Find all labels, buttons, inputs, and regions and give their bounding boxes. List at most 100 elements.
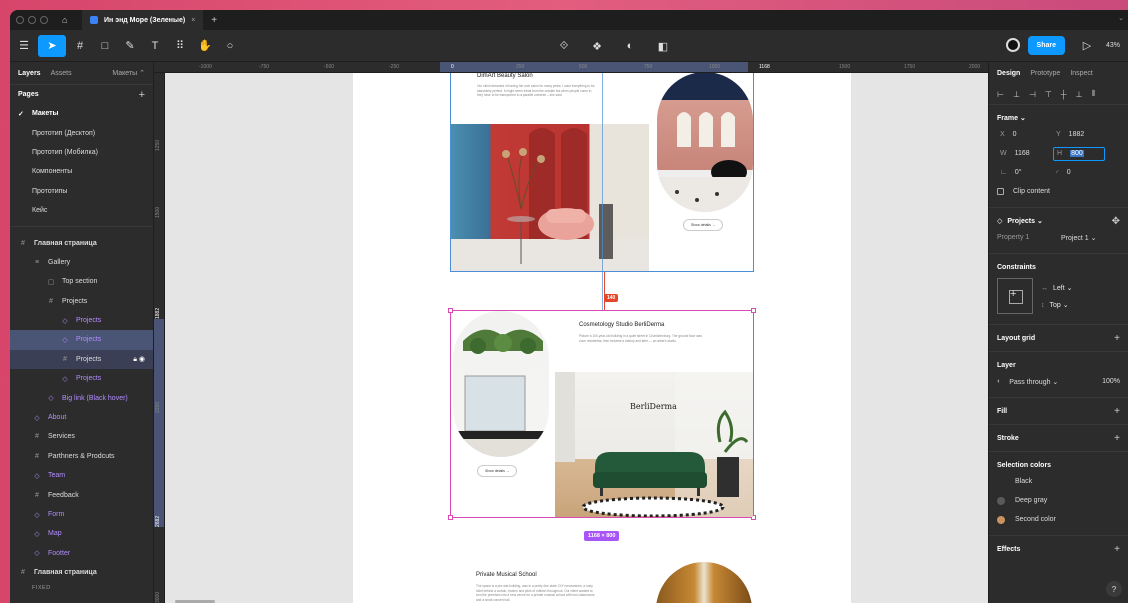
color-swatch[interactable] bbox=[997, 496, 1005, 505]
add-page-icon[interactable]: + bbox=[139, 89, 145, 101]
tab-inspect[interactable]: Inspect bbox=[1070, 70, 1093, 77]
page-item[interactable]: Прототип (Десктоп) bbox=[10, 123, 153, 142]
layer-row[interactable]: # Projects bbox=[10, 292, 153, 311]
add-effect-icon[interactable]: + bbox=[1114, 544, 1120, 555]
page-item[interactable]: Компоненты bbox=[10, 162, 153, 181]
clip-content-checkbox[interactable] bbox=[997, 188, 1004, 195]
page-item[interactable]: Прототипы bbox=[10, 182, 153, 201]
mask-icon[interactable]: ◐ bbox=[619, 35, 641, 57]
avatar[interactable] bbox=[1005, 38, 1020, 52]
shape-tool-icon[interactable]: □ bbox=[94, 35, 116, 57]
selection-color-row[interactable]: Black bbox=[997, 472, 1120, 491]
comment-tool-icon[interactable]: ○ bbox=[219, 35, 241, 57]
new-tab-button[interactable]: + bbox=[211, 15, 217, 26]
page-item[interactable]: Кейс bbox=[10, 201, 153, 220]
w-field[interactable]: W 1168 bbox=[997, 147, 1049, 161]
frame-header[interactable]: Frame ⌄ bbox=[997, 111, 1120, 125]
selection-color-row[interactable]: Deep gray bbox=[997, 491, 1120, 510]
layer-row[interactable]: ◇ About bbox=[10, 408, 153, 427]
layer-row[interactable]: # Feedback bbox=[10, 485, 153, 504]
align-left-icon[interactable]: ⊢ bbox=[997, 90, 1004, 99]
layer-row[interactable]: # Services bbox=[10, 427, 153, 446]
card1-show-details-button[interactable]: Show details → bbox=[683, 219, 724, 231]
component-name[interactable]: Projects ⌄ bbox=[1007, 217, 1042, 225]
lock-visibility-icon[interactable]: 🔒︎ ◉ bbox=[133, 355, 145, 364]
layer-row[interactable]: ▢ Top section bbox=[10, 272, 153, 291]
selection-color-row[interactable]: Second color bbox=[997, 510, 1120, 529]
layer-row[interactable]: ◇ Projects bbox=[10, 311, 153, 330]
layer-row[interactable]: # Parthners & Prodcuts bbox=[10, 447, 153, 466]
layer-row[interactable]: # Главная страница bbox=[10, 233, 153, 252]
add-stroke-icon[interactable]: + bbox=[1114, 433, 1120, 444]
blend-mode[interactable]: Pass through ⌄ bbox=[1009, 378, 1058, 386]
add-fill-icon[interactable]: + bbox=[1114, 406, 1120, 417]
main-menu-icon[interactable]: ☰ bbox=[13, 35, 35, 57]
projects-frame-2-selected[interactable]: Cosmetology Studio BerliDerma Picture a … bbox=[448, 308, 756, 520]
layer-row[interactable]: ≡ Gallery bbox=[10, 253, 153, 272]
close-window-button[interactable] bbox=[16, 16, 24, 24]
align-center-h-icon[interactable]: ⊥ bbox=[1013, 90, 1020, 99]
fixed-label: FIXED bbox=[32, 585, 51, 592]
add-layout-grid-icon[interactable]: + bbox=[1114, 333, 1120, 344]
x-field[interactable]: X0 bbox=[997, 128, 1049, 142]
h-field[interactable]: H 800 bbox=[1053, 146, 1105, 161]
resize-handle-bl[interactable] bbox=[448, 515, 453, 520]
resources-icon[interactable]: ⠿ bbox=[169, 35, 191, 57]
align-right-icon[interactable]: ⊣ bbox=[1029, 90, 1036, 99]
resize-handle-tr[interactable] bbox=[751, 308, 756, 313]
color-swatch[interactable] bbox=[997, 515, 1005, 524]
property-value[interactable]: Project 1 ⌄ bbox=[1061, 234, 1096, 242]
radius-field[interactable]: ◜ 0 bbox=[1053, 166, 1105, 180]
present-icon[interactable]: ▷ bbox=[1076, 34, 1098, 56]
align-center-v-icon[interactable]: ┼ bbox=[1061, 90, 1067, 99]
layer-row[interactable]: ◇ Big link (Black hover) bbox=[10, 388, 153, 407]
opacity-value[interactable]: 100% bbox=[1102, 378, 1120, 385]
tab-design[interactable]: Design bbox=[997, 70, 1020, 77]
constraint-widget[interactable] bbox=[997, 278, 1033, 314]
tab-layers[interactable]: Layers bbox=[18, 70, 41, 77]
layer-row[interactable]: ◇ Map bbox=[10, 524, 153, 543]
create-component-icon[interactable]: ❖ bbox=[586, 35, 608, 57]
close-tab-icon[interactable]: × bbox=[191, 17, 195, 24]
vertical-constraint[interactable]: ↕ Top ⌄ bbox=[1041, 301, 1073, 309]
align-bottom-icon[interactable]: ⊥ bbox=[1076, 90, 1083, 99]
card2-show-details-button[interactable]: Show details → bbox=[477, 465, 518, 477]
page-item[interactable]: Прототип (Мобилка) bbox=[10, 143, 153, 162]
clip-content-row[interactable]: Clip content bbox=[997, 182, 1120, 201]
boolean-icon[interactable]: ◧ bbox=[652, 35, 674, 57]
canvas[interactable]: DimArt Beauty Salon Our client dreamed o… bbox=[165, 73, 988, 603]
layer-row[interactable]: ◇ Form bbox=[10, 505, 153, 524]
layer-row[interactable]: ◇ Projects bbox=[10, 369, 153, 388]
layer-row[interactable]: # Projects 🔒︎ ◉ bbox=[10, 349, 153, 370]
zoom-level[interactable]: 43% bbox=[1106, 42, 1128, 49]
text-tool-icon[interactable]: T bbox=[144, 35, 166, 57]
distribute-icon[interactable]: ⦀ bbox=[1092, 89, 1096, 99]
tab-prototype[interactable]: Prototype bbox=[1030, 70, 1060, 77]
align-top-icon[interactable]: ⊤ bbox=[1045, 90, 1052, 99]
resize-handle-tl[interactable] bbox=[448, 308, 453, 313]
layer-row[interactable]: ◇ Team bbox=[10, 466, 153, 485]
tab-assets[interactable]: Assets bbox=[51, 70, 72, 77]
color-swatch[interactable] bbox=[997, 477, 1005, 486]
minimize-window-button[interactable] bbox=[28, 16, 36, 24]
layer-row[interactable]: # Главная страница bbox=[10, 563, 153, 582]
page-selector[interactable]: Макеты ⌃ bbox=[112, 69, 145, 77]
maximize-window-button[interactable] bbox=[40, 16, 48, 24]
component-icon[interactable]: ⟐ bbox=[553, 35, 575, 57]
file-tab[interactable]: Ин энд Море (Зеленые) × bbox=[82, 10, 204, 30]
move-tool-icon[interactable]: ➤ bbox=[38, 34, 66, 57]
horizontal-constraint[interactable]: ↔ Left ⌄ bbox=[1041, 284, 1073, 292]
frame-tool-icon[interactable]: # bbox=[69, 35, 91, 57]
hand-tool-icon[interactable]: ✋ bbox=[194, 35, 216, 57]
layer-row[interactable]: ◇ Projects bbox=[10, 330, 153, 350]
page-item[interactable]: ✓ Макеты bbox=[10, 104, 153, 123]
component-actions-icon[interactable]: ✥ bbox=[1112, 216, 1120, 227]
pen-tool-icon[interactable]: ✎ bbox=[119, 35, 141, 57]
y-field[interactable]: Y 1882 bbox=[1053, 128, 1105, 142]
layer-row[interactable]: ◇ Footter bbox=[10, 544, 153, 563]
more-icon[interactable]: ⌄ bbox=[1118, 14, 1124, 22]
help-button[interactable]: ? bbox=[1106, 581, 1122, 597]
share-button[interactable]: Share bbox=[1027, 35, 1065, 55]
rotation-field[interactable]: ∟ 0° bbox=[997, 166, 1049, 180]
home-icon[interactable]: ⌂ bbox=[62, 15, 72, 25]
